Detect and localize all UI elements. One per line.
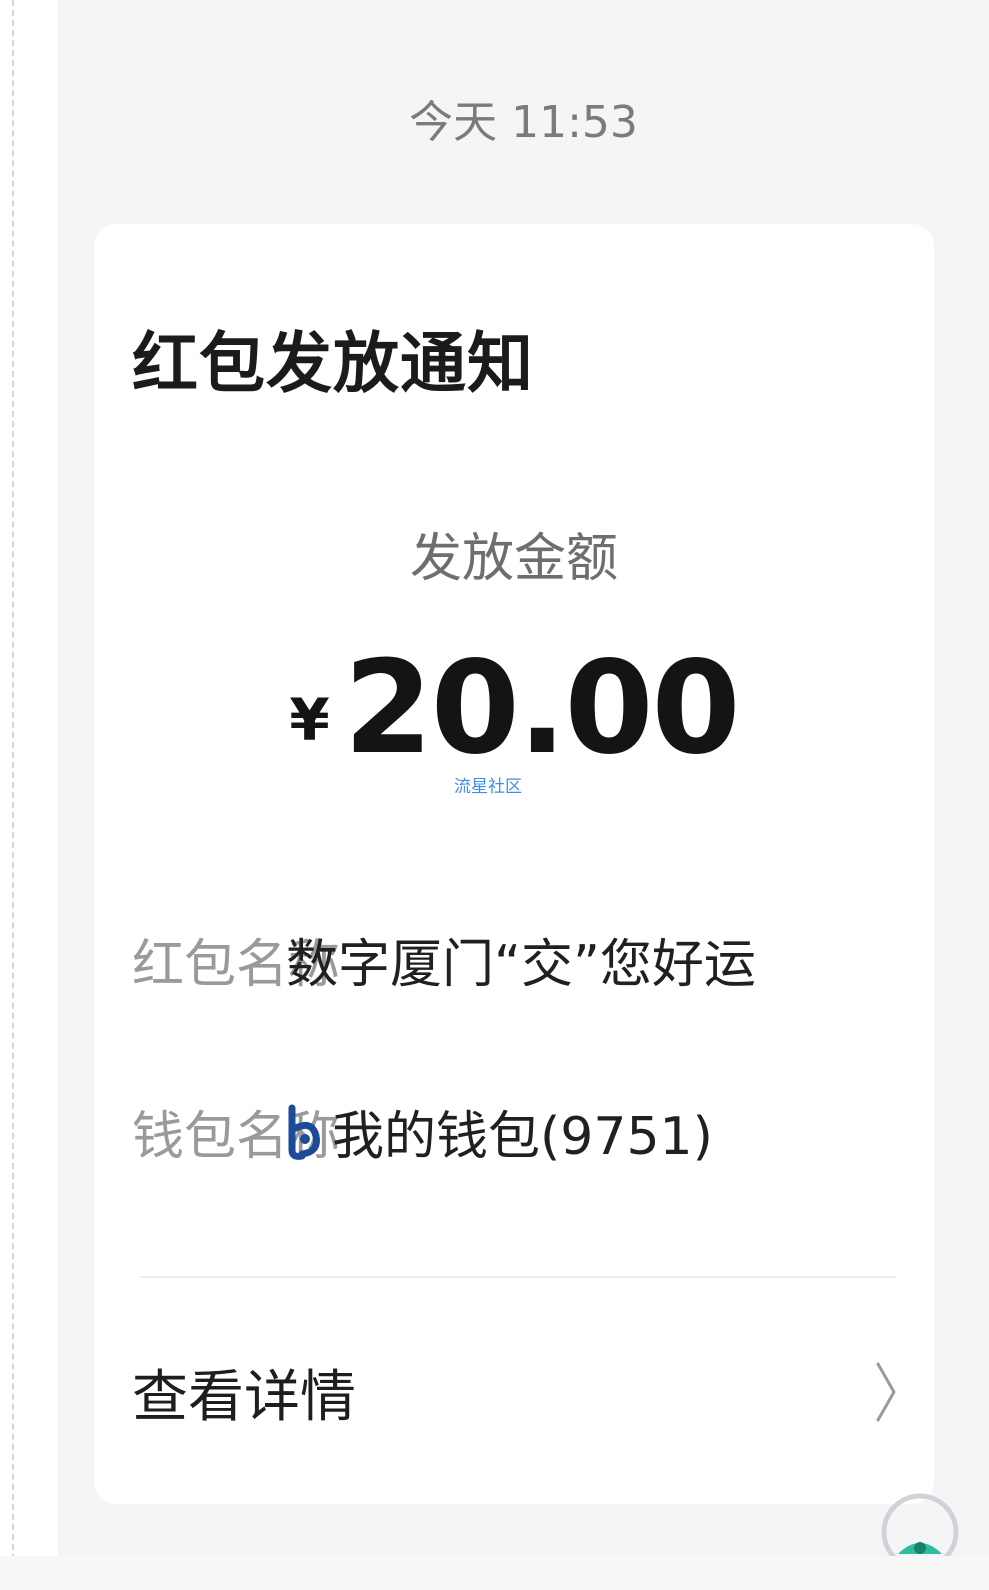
dotted-divider	[12, 0, 14, 1560]
notification-screen: 今天 11:53 红包发放通知 发放金额 ¥20.00 流星社区 红包名称 数字…	[0, 0, 989, 1590]
currency-symbol: ¥	[289, 686, 330, 754]
watermark-text: 流星社区	[454, 777, 522, 797]
redpacket-notification-card[interactable]: 红包发放通知 发放金额 ¥20.00 流星社区 红包名称 数字厦门“交”您好运 …	[94, 224, 934, 1504]
wallet-name-row: 钱包名称 我的钱包(9751)	[132, 1094, 713, 1169]
redpacket-name-label: 红包名称	[132, 934, 341, 995]
bottom-bar	[0, 1556, 989, 1590]
view-details-label: 查看详情	[132, 1364, 356, 1430]
chevron-right-icon	[876, 1362, 896, 1422]
wallet-name-value-group: 我的钱包(9751)	[286, 1094, 713, 1169]
bank-wallet-logo-icon	[288, 1104, 320, 1160]
redpacket-name-row: 红包名称 数字厦门“交”您好运	[132, 924, 756, 995]
view-details-button[interactable]: 查看详情	[132, 1354, 898, 1430]
amount-display: ¥20.00	[94, 634, 934, 783]
amount-value: 20.00	[343, 634, 741, 783]
amount-label: 发放金额	[409, 529, 618, 589]
message-timestamp: 今天 11:53	[409, 97, 638, 148]
card-title: 红包发放通知	[132, 325, 534, 402]
section-divider	[140, 1276, 896, 1278]
wallet-name-label: 钱包名称	[132, 1106, 341, 1167]
left-margin-strip	[0, 0, 58, 1590]
redpacket-name-value: 数字厦门“交”您好运	[286, 934, 756, 995]
wallet-name-value: 我的钱包(9751)	[332, 1106, 713, 1167]
